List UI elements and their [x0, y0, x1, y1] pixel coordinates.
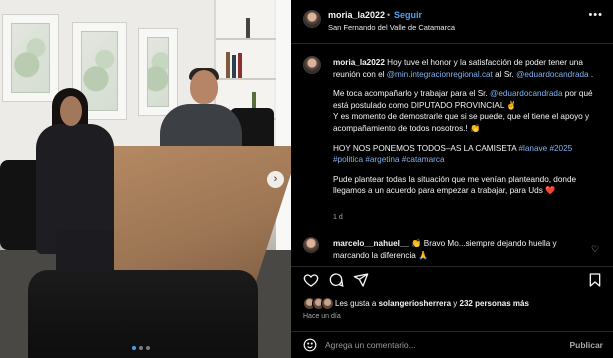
mention-link[interactable]: @eduardocandrada: [490, 89, 563, 98]
heart-icon[interactable]: [303, 272, 319, 288]
comment-item: marcelo__nahuel__ 👏 Bravo Mo...siempre d…: [333, 238, 583, 262]
map-poster: [138, 28, 178, 116]
avatar: [321, 297, 334, 310]
post-photo[interactable]: ›: [0, 0, 291, 358]
post-sidebar: moria_la2022 • Seguir San Fernando del V…: [291, 0, 613, 358]
likes-count-link[interactable]: 232 personas más: [460, 299, 529, 308]
separator-dot: •: [387, 10, 391, 20]
hashtag-link[interactable]: #lanave: [518, 144, 547, 153]
office-chair-foreground: [28, 270, 258, 358]
bookmark-icon[interactable]: [587, 272, 603, 288]
follow-button[interactable]: Seguir: [394, 10, 422, 20]
chevron-right-icon[interactable]: ›: [267, 171, 284, 188]
hashtag-link[interactable]: #argetina: [365, 155, 399, 164]
hashtag-link[interactable]: #catamarca: [402, 155, 445, 164]
instagram-post: › moria_la2022 • Seguir San Fernando del…: [0, 0, 613, 358]
share-icon[interactable]: [353, 272, 369, 288]
heart-icon[interactable]: ♡: [591, 244, 599, 255]
post-caption: moria_la2022 Hoy tuve el honor y la sati…: [333, 58, 594, 196]
post-timestamp[interactable]: Hace un día: [303, 313, 341, 320]
comment-icon[interactable]: [328, 272, 344, 288]
avatar[interactable]: [303, 10, 321, 28]
liker-avatars[interactable]: [303, 297, 334, 310]
more-horizontal-icon[interactable]: •••: [588, 9, 603, 21]
hashtag-link[interactable]: #politica: [333, 155, 363, 164]
carousel-dot: [146, 346, 150, 350]
liker-username[interactable]: solangeriosherrera: [379, 299, 451, 308]
publish-button[interactable]: Publicar: [569, 340, 603, 350]
avatar[interactable]: [303, 56, 321, 74]
post-location[interactable]: San Fernando del Valle de Catamarca: [328, 23, 455, 32]
hashtag-link[interactable]: #2025: [549, 144, 572, 153]
author-username[interactable]: moria_la2022: [328, 10, 385, 20]
avatar[interactable]: [303, 237, 319, 253]
emoji-icon[interactable]: [303, 338, 317, 352]
caption-username[interactable]: moria_la2022: [333, 58, 385, 67]
caption-age: 1 d: [333, 214, 343, 221]
mention-link[interactable]: @eduardocandrada: [516, 70, 589, 79]
comment-input[interactable]: [325, 336, 555, 354]
mention-link[interactable]: @min.integracionregional.cat: [387, 70, 493, 79]
carousel-dot: [132, 346, 136, 350]
window: [276, 0, 291, 260]
carousel-dot: [139, 346, 143, 350]
post-header: [291, 0, 613, 44]
carousel-dots: [132, 346, 150, 350]
map-poster: [2, 14, 59, 102]
likes-summary: Les gusta a solangeriosherrera y 232 per…: [335, 299, 529, 308]
comment-username[interactable]: marcelo__nahuel__: [333, 239, 409, 248]
